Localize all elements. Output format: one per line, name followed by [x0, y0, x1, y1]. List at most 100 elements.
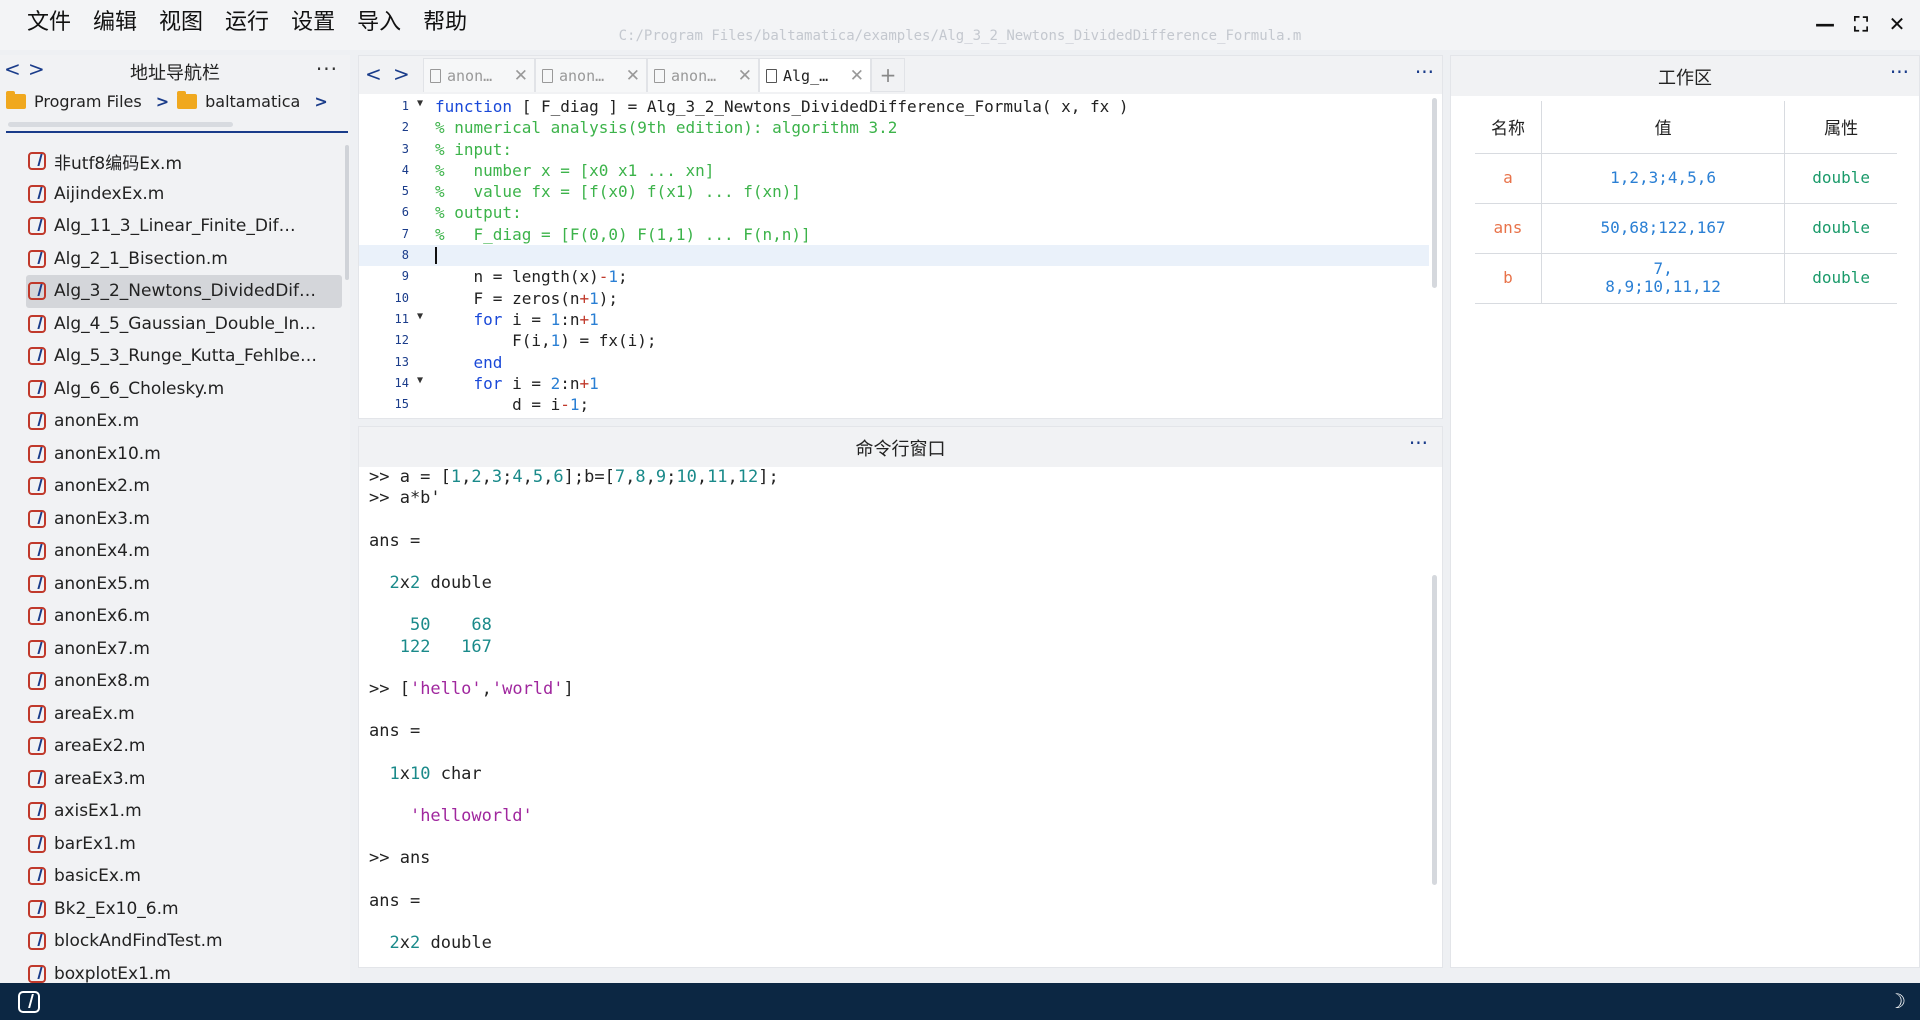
column-header-name[interactable]: 名称	[1475, 101, 1542, 154]
close-tab-icon[interactable]: ✕	[850, 66, 864, 86]
file-list-item[interactable]: barEx1.m	[26, 828, 342, 861]
column-header-type[interactable]: 属性	[1784, 101, 1897, 154]
file-name: Alg_3_2_Newtons_DividedDif…	[54, 281, 316, 302]
breadcrumb-item-baltamatica[interactable]: baltamatica	[205, 92, 300, 111]
fold-arrow-icon[interactable]: ▼	[417, 96, 423, 114]
file-list-item[interactable]: Alg_2_1_Bisection.m	[26, 243, 342, 276]
command-output-line	[369, 552, 1429, 573]
file-list-item[interactable]: axisEx1.m	[26, 795, 342, 828]
left-panel-more-icon[interactable]: ···	[316, 57, 338, 81]
code-area[interactable]: 1 ▼ function [ F_diag ] = Alg_3_2_Newtons_…	[359, 96, 1429, 416]
file-list-item[interactable]: anonEx5.m	[26, 568, 342, 601]
command-output-line: >> ans	[369, 848, 1429, 869]
line-number: 10	[394, 290, 409, 305]
close-tab-icon[interactable]: ✕	[626, 66, 640, 86]
tab-back-icon[interactable]: <	[365, 62, 382, 86]
output-token: ,	[522, 467, 533, 487]
code-text: % number x = [x0 x1 ... xn]	[435, 160, 714, 181]
nav-back-icon[interactable]: <	[4, 57, 21, 81]
output-token: 68	[471, 615, 492, 636]
fold-arrow-icon[interactable]: ▼	[417, 370, 423, 391]
moon-icon[interactable]: ☽	[1888, 989, 1906, 1013]
file-list-item[interactable]: anonEx2.m	[26, 470, 342, 503]
chevron-right-icon[interactable]: >	[314, 92, 327, 111]
file-list-item[interactable]: Alg_11_3_Linear_Finite_Dif…	[26, 210, 342, 243]
workspace-row[interactable]: ans 50,68;122,167 double	[1475, 203, 1897, 254]
code-line: 3 % input:	[359, 139, 1429, 160]
file-list-item[interactable]: Alg_3_2_Newtons_DividedDif…	[26, 275, 342, 308]
code-line: 2 % numerical analysis(9th edition): algo…	[359, 117, 1429, 138]
file-list-item[interactable]: anonEx6.m	[26, 600, 342, 633]
workspace-row[interactable]: b 7, 8,9;10,11,12 double	[1475, 253, 1897, 304]
file-list-item[interactable]: Alg_4_5_Gaussian_Double_In…	[26, 308, 342, 341]
editor-tab[interactable]: anon… ✕	[535, 58, 647, 92]
code-line: 13 end	[359, 352, 1429, 373]
editor-tab[interactable]: anon… ✕	[647, 58, 759, 92]
code-text: % output:	[435, 202, 522, 223]
editor-more-icon[interactable]: ···	[1415, 60, 1434, 84]
left-panel-title: 地址导航栏	[130, 63, 220, 84]
file-list-item[interactable]: anonEx.m	[26, 405, 342, 438]
nav-forward-icon[interactable]: >	[28, 57, 45, 81]
command-window-more-icon[interactable]: ···	[1409, 431, 1428, 455]
file-list-item[interactable]: anonEx10.m	[26, 438, 342, 471]
code-line: 4 % number x = [x0 x1 ... xn]	[359, 160, 1429, 181]
code-token: i =	[502, 373, 551, 393]
file-list-item[interactable]: anonEx7.m	[26, 633, 342, 666]
editor-tab[interactable]: Alg_… ✕	[759, 58, 871, 92]
file-list-item[interactable]: basicEx.m	[26, 860, 342, 893]
breadcrumb-item-program-files[interactable]: Program Files	[34, 92, 142, 111]
file-name: basicEx.m	[54, 866, 141, 887]
close-tab-icon[interactable]: ✕	[514, 66, 528, 86]
file-list-item[interactable]: AijindexEx.m	[26, 178, 342, 211]
add-tab-button[interactable]: +	[871, 58, 905, 92]
file-list-item[interactable]: areaEx.m	[26, 698, 342, 731]
fold-arrow-icon[interactable]: ▼	[417, 306, 423, 327]
file-list-item[interactable]: areaEx3.m	[26, 763, 342, 796]
column-header-value[interactable]: 值	[1540, 101, 1785, 154]
maximize-icon[interactable]: ⛶	[1850, 12, 1872, 36]
file-list-item[interactable]: boxplotEx1.m	[26, 958, 342, 983]
output-token: 167	[461, 636, 492, 657]
command-window-scrollbar[interactable]	[1432, 575, 1437, 885]
file-list-scrollbar[interactable]	[345, 145, 349, 280]
code-token: 1	[589, 309, 599, 329]
close-tab-icon[interactable]: ✕	[738, 66, 752, 86]
file-list-item[interactable]: Alg_6_6_Cholesky.m	[26, 373, 342, 406]
file-list-item[interactable]: Alg_5_3_Runge_Kutta_Fehlbe…	[26, 340, 342, 373]
output-token	[369, 806, 410, 826]
file-list-item[interactable]: Bk2_Ex10_6.m	[26, 893, 342, 926]
tab-forward-icon[interactable]: >	[393, 62, 410, 86]
workspace-more-icon[interactable]: ···	[1890, 60, 1909, 84]
code-token: for	[473, 309, 503, 329]
file-name: anonEx2.m	[54, 476, 150, 497]
breadcrumb-scrollbar[interactable]	[8, 122, 233, 127]
close-icon[interactable]: ✕	[1886, 12, 1908, 36]
file-list-item[interactable]: areaEx2.m	[26, 730, 342, 763]
code-token: +	[579, 309, 590, 329]
file-name: areaEx2.m	[54, 736, 146, 757]
file-name: Alg_5_3_Runge_Kutta_Fehlbe…	[54, 346, 318, 367]
file-list-item[interactable]: anonEx4.m	[26, 535, 342, 568]
file-list-item[interactable]: anonEx8.m	[26, 665, 342, 698]
command-output-line: 'helloworld'	[369, 806, 1429, 827]
file-list-item[interactable]: 非utf8编码Ex.m	[26, 145, 342, 178]
output-token: 7	[614, 467, 626, 487]
m-file-icon	[28, 607, 46, 626]
code-token: :n	[560, 309, 580, 329]
file-list-item[interactable]: anonEx3.m	[26, 503, 342, 536]
window-title-path: C:/Program Files/baltamatica/examples/Al…	[618, 28, 1302, 44]
m-file-icon	[28, 509, 46, 528]
m-file-icon	[28, 217, 46, 236]
command-output[interactable]: >> a = [1,2,3;4,5,6];b=[7,8,9;10,11,12];…	[369, 467, 1429, 965]
editor-scrollbar[interactable]	[1432, 98, 1437, 288]
m-file-icon	[28, 314, 46, 333]
output-token: ,	[481, 467, 492, 487]
status-bar: ☽	[0, 983, 1920, 1020]
file-list-item[interactable]: blockAndFindTest.m	[26, 925, 342, 958]
editor-tab[interactable]: anon… ✕	[423, 58, 535, 92]
workspace-row[interactable]: a 1,2,3;4,5,6 double	[1475, 153, 1897, 204]
code-token: 1	[608, 267, 619, 287]
minimize-icon[interactable]: —	[1814, 12, 1836, 36]
